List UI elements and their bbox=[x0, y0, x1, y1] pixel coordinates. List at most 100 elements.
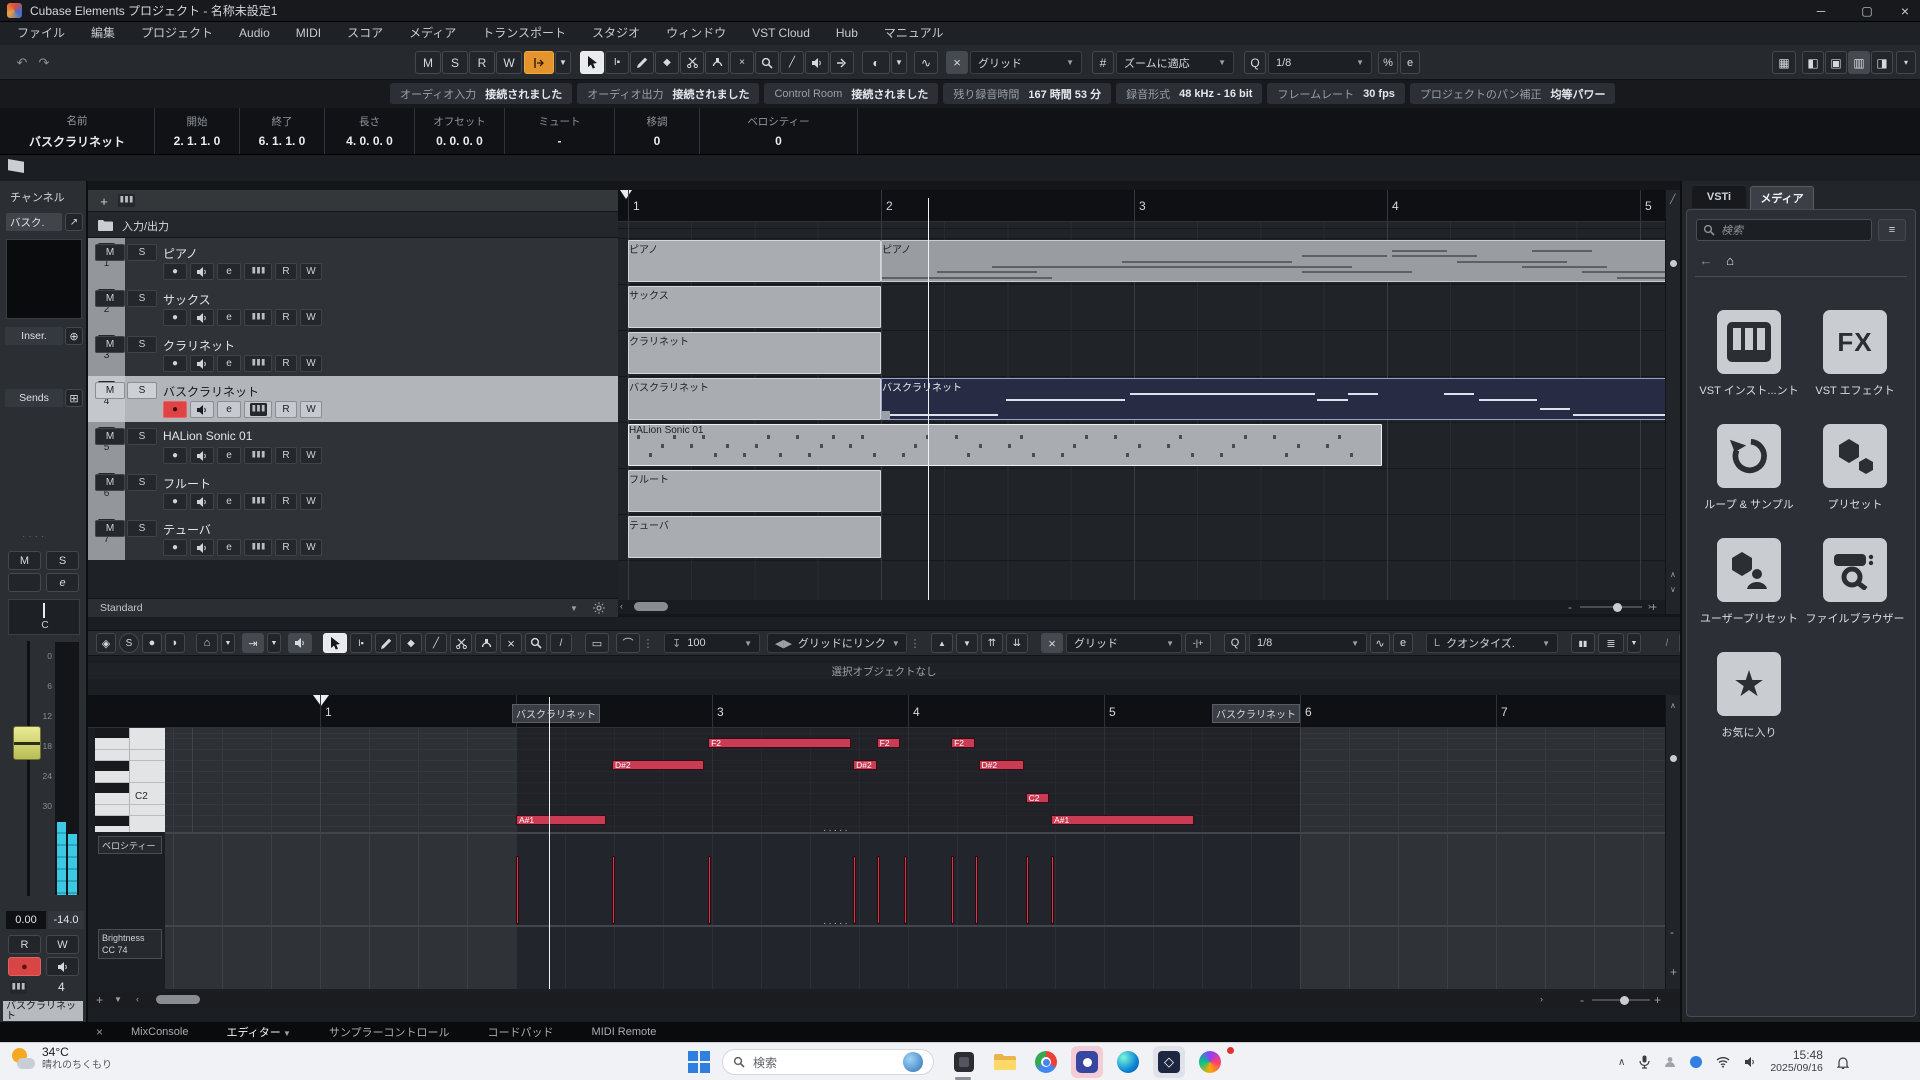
note-grid[interactable] bbox=[165, 728, 1665, 832]
track-read-button[interactable]: R bbox=[275, 539, 297, 556]
menu-item-7[interactable]: トランスポート bbox=[469, 22, 579, 45]
lane-handle-dots[interactable]: ····· bbox=[823, 825, 850, 836]
track-write-button[interactable]: W bbox=[300, 309, 322, 326]
media-tile-5[interactable]: ファイルブラウザー bbox=[1805, 538, 1905, 626]
pencil-tool-icon[interactable]: ╱ bbox=[1670, 194, 1675, 205]
piano-keyboard[interactable]: C2 bbox=[95, 728, 165, 832]
track-record-button[interactable]: ● bbox=[163, 355, 187, 372]
taskbar-search[interactable]: 検索 bbox=[722, 1049, 934, 1075]
editor-erase-tool[interactable]: ◆ bbox=[400, 633, 422, 653]
microphone-icon[interactable] bbox=[1639, 1055, 1650, 1069]
redo-button[interactable]: ↷ bbox=[34, 51, 54, 74]
track-read-button[interactable]: R bbox=[275, 309, 297, 326]
clip-バスクラリネット-5[interactable]: バスクラリネット bbox=[881, 378, 1665, 420]
midi-note-D#2[interactable]: D#2 bbox=[612, 760, 704, 770]
auto-scroll-menu-icon[interactable]: ▼ bbox=[555, 51, 571, 74]
toggle-lower-zone[interactable]: ▣ bbox=[1825, 51, 1847, 74]
octave-up-button[interactable]: ⇈ bbox=[981, 633, 1003, 653]
track-mute-button[interactable]: M bbox=[95, 520, 125, 537]
editor-glue-tool[interactable] bbox=[475, 633, 497, 653]
grid-icon[interactable]: # bbox=[1092, 51, 1114, 74]
clip-サックス-2[interactable]: サックス bbox=[628, 286, 881, 328]
lower-tab-2[interactable]: サンプラーコントロール bbox=[329, 1024, 450, 1040]
scroll-left-icon[interactable]: ‹ bbox=[620, 601, 623, 611]
lower-tab-1[interactable]: エディター ▼ bbox=[226, 1024, 290, 1040]
midi-note-F2[interactable]: F2 bbox=[708, 738, 851, 748]
track-row-ピアノ[interactable]: 1MSピアノ●eRW bbox=[88, 238, 618, 285]
insert-velocity-dropdown[interactable]: ↧100▼ bbox=[664, 633, 760, 653]
part-start-label[interactable]: バスクラリネット bbox=[512, 704, 600, 723]
track-monitor-button[interactable] bbox=[190, 539, 214, 556]
zoom-tool[interactable] bbox=[755, 51, 779, 74]
editor-quantize-dropdown[interactable]: 1/8▼ bbox=[1249, 633, 1367, 653]
event-colors-button[interactable]: ≣ bbox=[1598, 633, 1624, 653]
use-track-preset-button[interactable] bbox=[118, 194, 135, 207]
editor-record-button[interactable]: ● bbox=[142, 633, 162, 653]
midi-note-C2[interactable]: C2 bbox=[1026, 793, 1050, 803]
color-menu-button[interactable]: ◐ bbox=[862, 51, 890, 74]
scrub-tool[interactable] bbox=[830, 51, 854, 74]
color-menu-icon[interactable]: ▼ bbox=[891, 51, 907, 74]
snap-type-dropdown[interactable]: グリッド ▼ bbox=[970, 51, 1082, 74]
line-tool[interactable]: ╱ bbox=[780, 51, 804, 74]
midi-note-A#1[interactable]: A#1 bbox=[1051, 815, 1194, 825]
info-field-3[interactable]: 長さ4. 0. 0. 0 bbox=[325, 108, 415, 154]
track-row-HALion Sonic 01[interactable]: 5MSHALion Sonic 01●eRW bbox=[88, 422, 618, 469]
velocity-bar[interactable] bbox=[708, 856, 711, 924]
editor-zoom-tool[interactable] bbox=[525, 633, 547, 653]
track-record-button[interactable]: ● bbox=[163, 539, 187, 556]
zoom-out-icon[interactable]: - bbox=[1568, 600, 1572, 614]
range-tool[interactable]: I▪ bbox=[605, 51, 629, 74]
status-item-0[interactable]: オーディオ入力接続されました bbox=[390, 83, 572, 104]
track-midi-icon[interactable] bbox=[244, 447, 272, 464]
fader-cap[interactable] bbox=[13, 726, 41, 760]
track-main[interactable]: MSバスクラリネット●eRW bbox=[125, 376, 618, 422]
track-write-button[interactable]: W bbox=[300, 401, 322, 418]
vscroll-thumb[interactable] bbox=[1670, 755, 1677, 762]
divider-slash[interactable]: / bbox=[1658, 633, 1676, 653]
bluetooth-device-icon[interactable] bbox=[1690, 1056, 1702, 1068]
inserts-add-icon[interactable]: ⊕ bbox=[65, 327, 83, 345]
status-item-2[interactable]: Control Room接続されました bbox=[764, 83, 938, 104]
search-input[interactable]: 検索 bbox=[1696, 219, 1872, 241]
black-key[interactable] bbox=[95, 761, 129, 771]
scroll-down-icon[interactable]: ∨ bbox=[1670, 585, 1676, 594]
back-button[interactable]: ← bbox=[1696, 250, 1716, 270]
track-write-button[interactable]: W bbox=[300, 263, 322, 280]
acoustic-feedback-button[interactable]: ◗ bbox=[165, 633, 185, 653]
snap-pm-button[interactable]: -|+ bbox=[1185, 633, 1211, 653]
inserts-button[interactable]: Inser. bbox=[5, 327, 63, 345]
track-monitor-button[interactable] bbox=[190, 447, 214, 464]
auto-fade-button[interactable]: ∿ bbox=[914, 51, 938, 74]
glue-tool[interactable] bbox=[705, 51, 729, 74]
peak-readout[interactable]: -14.0 bbox=[48, 911, 84, 929]
menu-item-11[interactable]: Hub bbox=[823, 22, 871, 45]
velocity-bar[interactable] bbox=[877, 856, 880, 924]
track-read-button[interactable]: R bbox=[275, 401, 297, 418]
track-record-button[interactable]: ● bbox=[163, 309, 187, 326]
home-button[interactable]: ⌂ bbox=[1720, 250, 1740, 270]
midi-note-D#2[interactable]: D#2 bbox=[979, 760, 1024, 770]
velocity-bar[interactable] bbox=[612, 856, 615, 924]
status-item-5[interactable]: フレームレート30 fps bbox=[1267, 83, 1404, 104]
sends-add-icon[interactable]: ⊞ bbox=[65, 389, 83, 407]
controller-lane-label[interactable]: Brightness CC 74 bbox=[98, 929, 162, 959]
arrangement-hscrollbar[interactable]: ‹ › - + bbox=[618, 600, 1665, 614]
track-row-テューバ[interactable]: 7MSテューバ●eRW bbox=[88, 514, 618, 561]
channel-read-button[interactable]: R bbox=[8, 935, 41, 954]
editor-quantize-icon[interactable]: Q bbox=[1224, 633, 1246, 653]
zoom-out-icon[interactable]: - bbox=[1670, 925, 1674, 939]
key-editor[interactable]: ◈S●◗⌂▼⇥▼I▪◆╱×/▭⌒⋮↧100▼◀▶グリッドにリンク▼⋮▲▼⇈⇊×グ… bbox=[88, 617, 1680, 1022]
editor-hscrollbar[interactable]: + ▼ ‹ › - + bbox=[88, 992, 1680, 1008]
editor-solo-button[interactable]: S bbox=[119, 633, 139, 653]
channel-edit-button[interactable]: e bbox=[46, 573, 79, 592]
zoom-in-icon[interactable]: + bbox=[1650, 600, 1657, 614]
more-dots-icon[interactable]: ⋮ bbox=[910, 633, 920, 653]
status-item-6[interactable]: プロジェクトのパン補正均等パワー bbox=[1410, 83, 1616, 104]
start-button[interactable] bbox=[688, 1051, 710, 1073]
scroll-right-icon[interactable]: › bbox=[1540, 994, 1543, 1004]
editor-split-tool[interactable] bbox=[450, 633, 472, 653]
track-monitor-button[interactable] bbox=[190, 401, 214, 418]
track-write-button[interactable]: W bbox=[300, 493, 322, 510]
zone-layout-menu[interactable]: ◨ bbox=[1871, 51, 1893, 74]
